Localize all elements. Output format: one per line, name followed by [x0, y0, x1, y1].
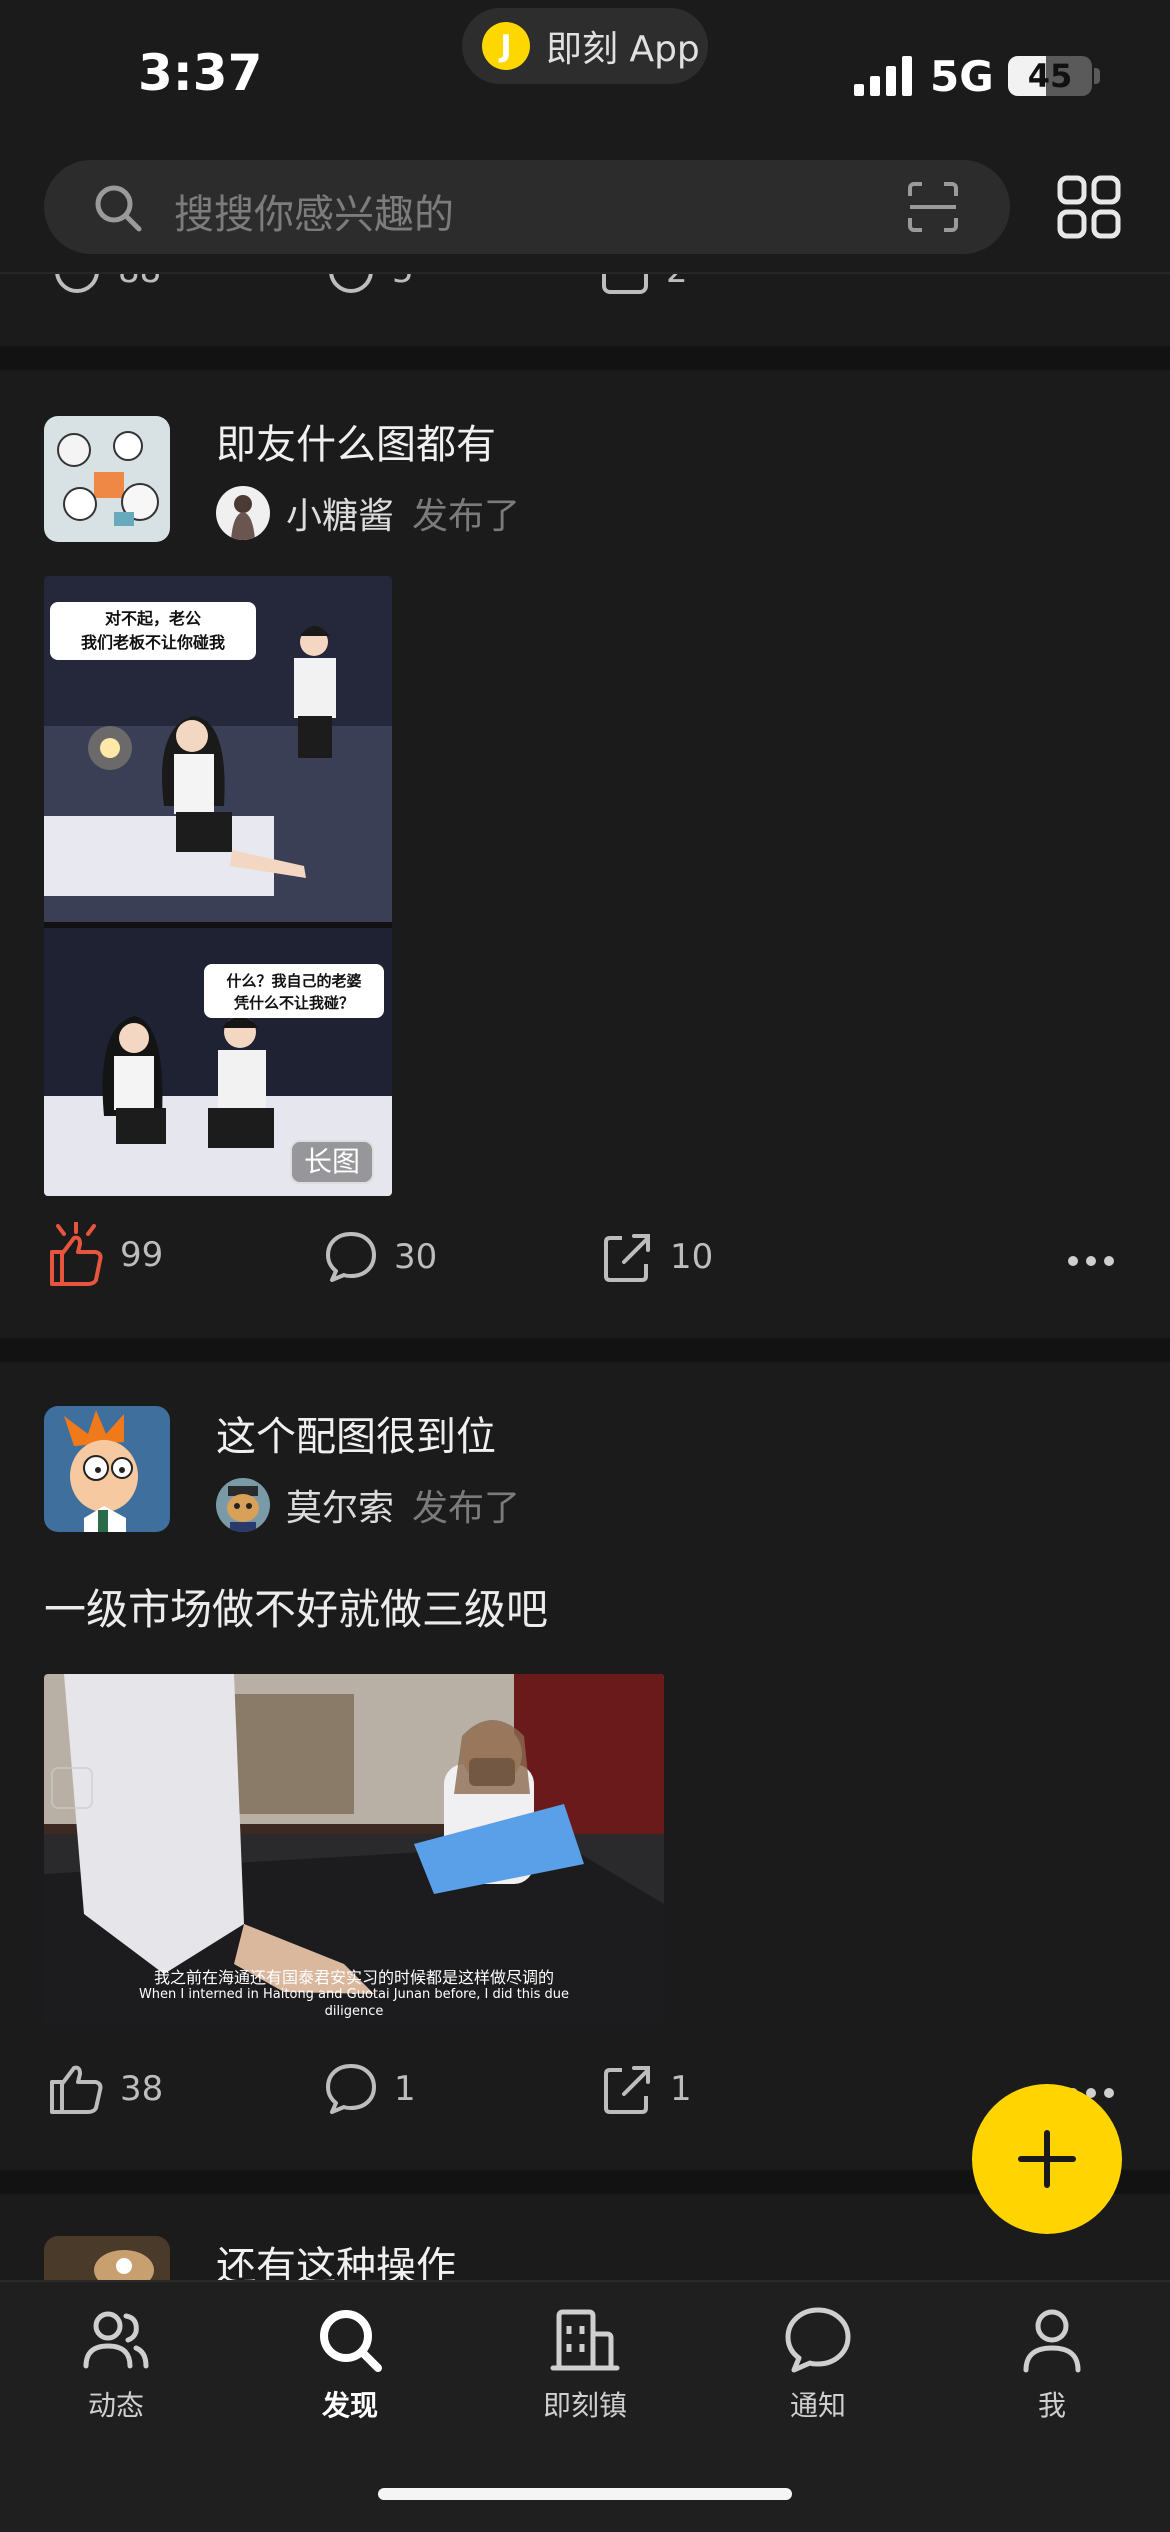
search-bar[interactable]: 搜搜你感兴趣的: [44, 160, 1010, 254]
comment-icon: [326, 2064, 376, 2114]
like-count: 99: [120, 1235, 164, 1275]
comment-count: 30: [394, 1237, 438, 1277]
tab-notifications[interactable]: 通知: [738, 2304, 898, 2424]
share-icon: [604, 1234, 650, 1282]
tab-discover[interactable]: 发现: [270, 2304, 430, 2424]
topic-thumbnail[interactable]: [44, 416, 170, 542]
thumbs-up-icon: [50, 1222, 103, 1286]
scan-icon[interactable]: [906, 180, 960, 234]
compose-button[interactable]: [972, 2084, 1122, 2234]
people-icon: [83, 2311, 149, 2369]
network-type: 5G: [930, 52, 994, 101]
search-placeholder: 搜搜你感兴趣的: [174, 192, 454, 238]
jike-logo-icon: J: [482, 22, 530, 70]
more-options-icon[interactable]: [1068, 1256, 1114, 1266]
long-image-badge: 长图: [289, 1140, 374, 1184]
share-icon: [604, 2066, 650, 2114]
topic-title[interactable]: 即友什么图都有: [216, 412, 496, 470]
feed-divider: [0, 346, 1170, 370]
thumbs-up-icon: [50, 2065, 103, 2114]
author-action: 发布了: [412, 1488, 521, 1529]
status-time: 3:37: [138, 44, 263, 102]
tab-me[interactable]: 我: [972, 2304, 1132, 2424]
tab-label: 即刻镇: [542, 2389, 627, 2422]
comment-count: 1: [394, 2069, 416, 2109]
previous-like-count: 88: [118, 274, 161, 291]
previous-comment-count: 5: [392, 274, 414, 291]
signal-icon: [854, 56, 912, 96]
person-icon: [1023, 2309, 1081, 2373]
share-button[interactable]: 10: [600, 1230, 713, 1284]
like-icon[interactable]: [52, 274, 102, 294]
tab-jike-town[interactable]: 即刻镇: [505, 2304, 665, 2424]
like-count: 38: [120, 2069, 164, 2109]
tab-dynamics[interactable]: 动态: [36, 2304, 196, 2424]
tab-label: 通知: [789, 2389, 846, 2422]
share-count: 10: [670, 1237, 714, 1277]
comment-button[interactable]: 1: [324, 2062, 416, 2116]
feed-divider: [0, 1338, 1170, 1362]
panel1-text-line2: 我们老板不让你碰我: [81, 633, 225, 652]
author-name[interactable]: 小糖酱: [286, 487, 394, 539]
author-row[interactable]: 小糖酱 发布了: [216, 486, 520, 540]
comment-button[interactable]: 30: [324, 1230, 437, 1284]
avatar[interactable]: [216, 486, 270, 540]
avatar[interactable]: [216, 1478, 270, 1532]
home-indicator[interactable]: [378, 2488, 792, 2500]
topic-thumbnail[interactable]: [44, 1406, 170, 1532]
topic-title[interactable]: 这个配图很到位: [216, 1404, 496, 1462]
like-button[interactable]: 38: [48, 2062, 163, 2116]
tab-label: 发现: [321, 2389, 378, 2422]
tab-label: 我: [1037, 2389, 1066, 2422]
previous-post-actions: 88 5 2: [0, 274, 1170, 294]
panel1-text-line1: 对不起，老公: [105, 609, 201, 628]
previous-share-count: 2: [666, 274, 688, 291]
post-text[interactable]: 一级市场做不好就做三级吧: [44, 1576, 548, 1637]
battery-icon: 45: [1008, 56, 1092, 96]
battery-level: 45: [1027, 57, 1073, 95]
search-icon: [320, 2310, 382, 2372]
share-icon[interactable]: [600, 274, 650, 294]
post-action-bar: 99 30 10: [0, 1222, 1170, 1302]
app-indicator-pill[interactable]: J 即刻 App: [462, 8, 708, 84]
plus-icon: [1018, 2130, 1076, 2188]
share-button[interactable]: 1: [600, 2062, 692, 2116]
comment-icon: [326, 1232, 376, 1282]
video-caption-en: When I interned in Haitong and Guotai Ju…: [138, 1987, 570, 2019]
share-count: 1: [670, 2069, 692, 2109]
app-indicator-label: 即刻 App: [546, 29, 700, 70]
author-row[interactable]: 莫尔索 发布了: [216, 1478, 520, 1532]
chat-bubble-icon: [785, 2307, 851, 2373]
panel2-text-line1: 什么？我自己的老婆: [226, 972, 361, 990]
video-caption-cn: 我之前在海通还有国泰君安实习的时候都是这样做尽调的: [153, 1968, 554, 1987]
post-video-thumbnail[interactable]: 我之前在海通还有国泰君安实习的时候都是这样做尽调的 When I interne…: [44, 1674, 664, 2026]
grid-menu-icon[interactable]: [1056, 174, 1122, 240]
post-image[interactable]: 对不起，老公 我们老板不让你碰我 什么？我自己的老婆 凭什么不让我碰？ 长图: [44, 576, 392, 1196]
status-bar: 3:37 J 即刻 App 5G 45: [0, 0, 1170, 150]
panel2-text-line2: 凭什么不让我碰？: [233, 994, 354, 1012]
author-action: 发布了: [412, 496, 521, 537]
search-icon: [95, 185, 142, 232]
author-name[interactable]: 莫尔索: [286, 1479, 394, 1531]
like-button[interactable]: 99: [48, 1222, 163, 1288]
comment-icon[interactable]: [326, 274, 376, 294]
building-icon: [550, 2309, 620, 2371]
topic-thumbnail[interactable]: [44, 2236, 170, 2280]
tab-label: 动态: [87, 2389, 144, 2422]
